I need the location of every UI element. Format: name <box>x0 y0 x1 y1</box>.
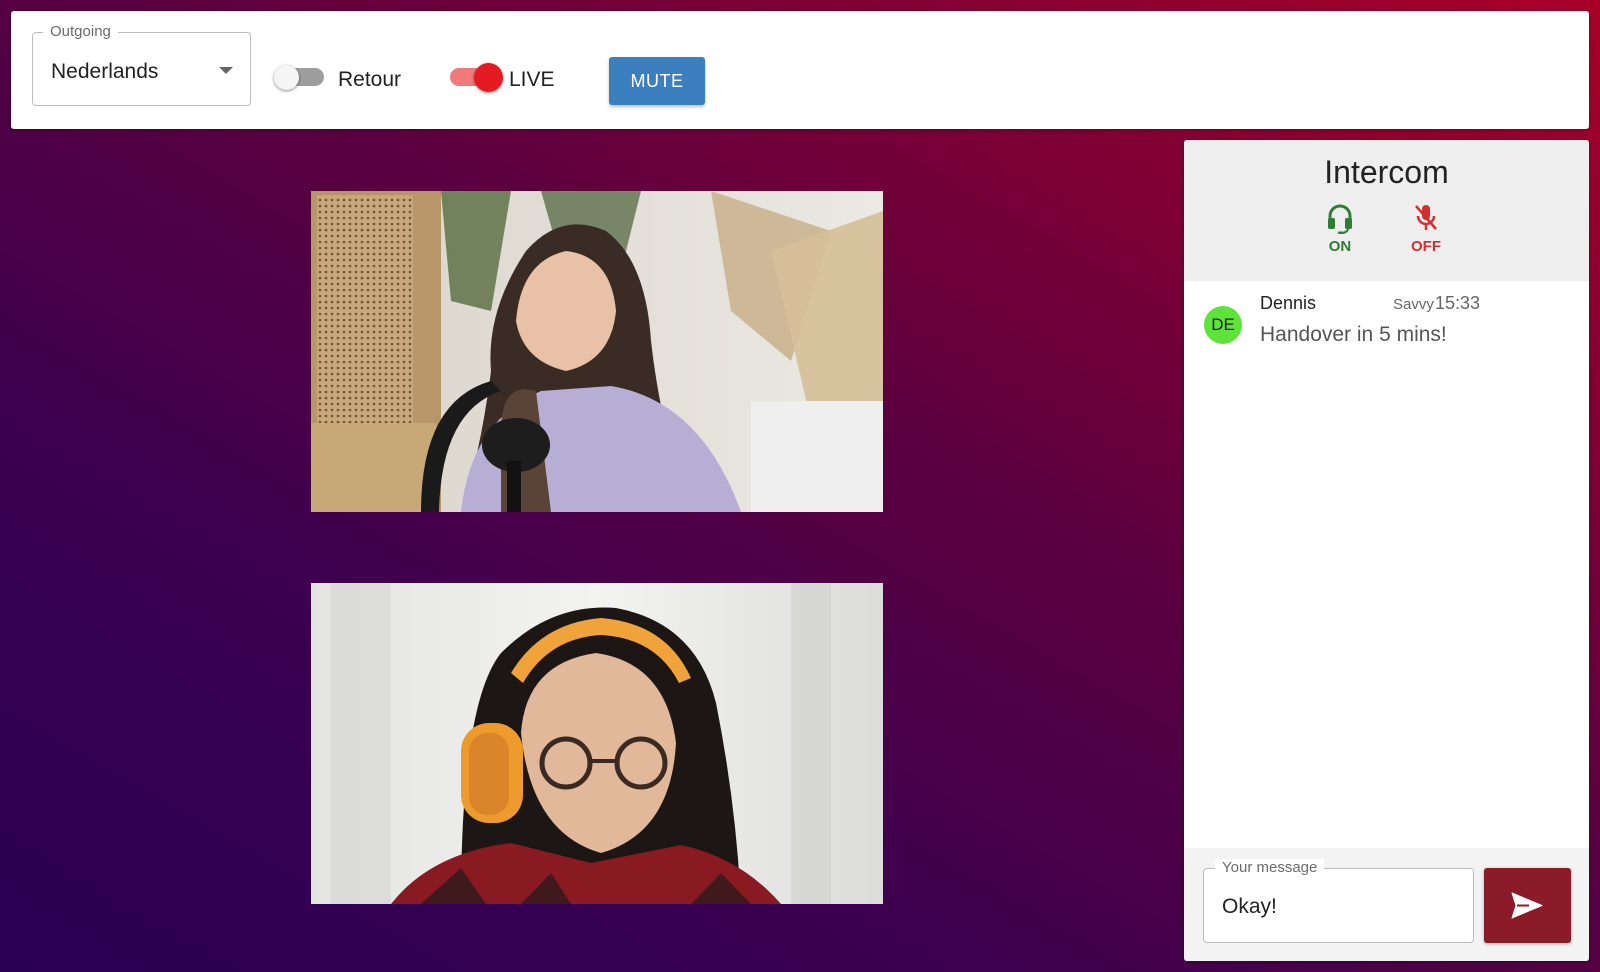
message-composer: Your message Okay! <box>1184 848 1589 961</box>
retour-toggle-thumb <box>274 65 299 90</box>
message-sender-role: Savvy <box>1393 296 1434 313</box>
microphone-status-toggle[interactable]: OFF <box>1396 202 1456 255</box>
message-text: Handover in 5 mins! <box>1260 323 1447 346</box>
message-input-value: Okay! <box>1222 895 1277 918</box>
outgoing-label: Outgoing <box>43 23 118 40</box>
retour-label: Retour <box>338 68 402 91</box>
message-timestamp: 15:33 <box>1435 293 1481 313</box>
chat-message: DE Dennis Savvy 15:33 Handover in 5 mins… <box>1202 290 1572 360</box>
video-feed-1-image <box>311 191 883 512</box>
headset-icon <box>1328 204 1352 234</box>
avatar: DE <box>1204 306 1242 344</box>
microphone-status-label: OFF <box>1411 238 1441 255</box>
outgoing-language-select[interactable]: Outgoing Nederlands <box>32 23 251 106</box>
message-sender-name: Dennis <box>1260 293 1317 313</box>
message-input-label: Your message <box>1215 859 1325 876</box>
intercom-title: Intercom <box>1324 154 1449 190</box>
send-button[interactable] <box>1484 868 1571 943</box>
video-feed-1 <box>311 191 883 512</box>
outgoing-selected-value: Nederlands <box>51 60 159 83</box>
headset-status-toggle[interactable]: ON <box>1310 202 1370 255</box>
video-feed-2-image <box>311 583 883 904</box>
headset-status-label: ON <box>1328 238 1352 255</box>
live-toggle[interactable] <box>448 63 503 92</box>
retour-toggle[interactable] <box>274 65 324 90</box>
live-toggle-thumb <box>474 63 503 92</box>
intercom-panel: Intercom ON OFF DE Dennis Savvy 15:33 Ha… <box>1184 140 1589 961</box>
intercom-header: Intercom ON OFF <box>1184 140 1589 281</box>
mute-button[interactable]: MUTE <box>609 57 705 105</box>
mic-off-icon <box>1415 205 1437 230</box>
top-toolbar: Outgoing Nederlands Retour LIVE MUTE <box>11 11 1589 129</box>
message-input[interactable]: Your message Okay! <box>1203 859 1474 943</box>
send-icon <box>1511 892 1543 919</box>
video-feed-2 <box>311 583 883 904</box>
chevron-down-icon <box>219 67 233 74</box>
live-label: LIVE <box>509 68 555 91</box>
